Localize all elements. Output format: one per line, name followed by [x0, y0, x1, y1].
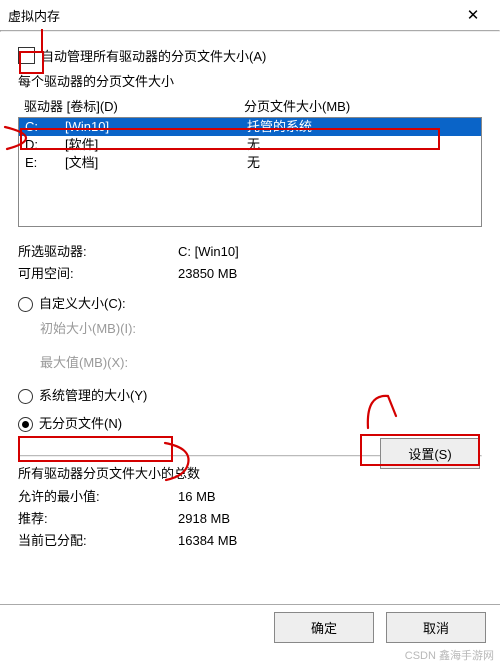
- free-space-val: 23850 MB: [178, 263, 237, 285]
- system-managed-option[interactable]: 系统管理的大小(Y): [18, 383, 482, 409]
- ok-button[interactable]: 确定: [274, 612, 374, 643]
- system-managed-radio[interactable]: [18, 389, 33, 404]
- drive-letter: C:: [19, 118, 65, 136]
- drive-label: [软件]: [65, 136, 247, 154]
- rec-key: 推荐:: [18, 508, 178, 530]
- totals-block: 允许的最小值: 16 MB 推荐: 2918 MB 当前已分配: 16384 M…: [18, 486, 482, 552]
- per-drive-label: 每个驱动器的分页文件大小: [18, 71, 482, 90]
- min-key: 允许的最小值:: [18, 486, 178, 508]
- window-title: 虚拟内存: [8, 6, 60, 25]
- bottom-separator: [0, 604, 500, 605]
- auto-manage-row: 自动管理所有驱动器的分页文件大小(A): [18, 46, 482, 65]
- auto-manage-label: 自动管理所有驱动器的分页文件大小(A): [41, 46, 266, 65]
- size-col-header: 分页文件大小(MB): [244, 96, 482, 115]
- min-val: 16 MB: [178, 486, 216, 508]
- drive-letter: D:: [19, 136, 65, 154]
- no-paging-option[interactable]: 无分页文件(N): [18, 411, 482, 437]
- cur-key: 当前已分配:: [18, 530, 178, 552]
- max-size-row: 最大值(MB)(X):: [18, 351, 482, 375]
- custom-size-radio[interactable]: [18, 297, 33, 312]
- drive-letter: E:: [19, 154, 65, 172]
- watermark: CSDN 鑫海手游网: [405, 647, 494, 663]
- drive-row-e[interactable]: E: [文档] 无: [19, 154, 481, 172]
- drive-list[interactable]: C: [Win10] 托管的系统 D: [软件] 无 E: [文档] 无: [18, 117, 482, 227]
- drive-label: [Win10]: [65, 118, 247, 136]
- close-button[interactable]: ✕: [458, 6, 488, 24]
- initial-size-row: 初始大小(MB)(I):: [18, 317, 482, 341]
- drive-row-d[interactable]: D: [软件] 无: [19, 136, 481, 154]
- titlebar: 虚拟内存 ✕: [0, 0, 500, 30]
- custom-size-label: 自定义大小(C):: [39, 291, 126, 317]
- custom-size-option[interactable]: 自定义大小(C):: [18, 291, 482, 317]
- free-space-key: 可用空间:: [18, 263, 178, 285]
- drive-list-header: 驱动器 [卷标](D) 分页文件大小(MB): [18, 96, 482, 115]
- selected-drive-info: 所选驱动器: C: [Win10] 可用空间: 23850 MB: [18, 241, 482, 285]
- set-button[interactable]: 设置(S): [380, 438, 480, 469]
- drive-label: [文档]: [65, 154, 247, 172]
- selected-drive-val: C: [Win10]: [178, 241, 239, 263]
- system-managed-label: 系统管理的大小(Y): [39, 383, 147, 409]
- auto-manage-checkbox[interactable]: [18, 47, 35, 64]
- drive-row-c[interactable]: C: [Win10] 托管的系统: [19, 118, 481, 136]
- no-paging-label: 无分页文件(N): [39, 411, 122, 437]
- drive-size: 无: [247, 154, 481, 172]
- drive-size: 无: [247, 136, 481, 154]
- cur-val: 16384 MB: [178, 530, 237, 552]
- selected-drive-key: 所选驱动器:: [18, 241, 178, 263]
- initial-size-key: 初始大小(MB)(I):: [40, 317, 178, 341]
- drive-size: 托管的系统: [247, 118, 481, 136]
- cancel-button[interactable]: 取消: [386, 612, 486, 643]
- drive-col-header: 驱动器 [卷标](D): [24, 96, 244, 115]
- max-size-key: 最大值(MB)(X):: [40, 351, 178, 375]
- no-paging-radio[interactable]: [18, 417, 33, 432]
- rec-val: 2918 MB: [178, 508, 230, 530]
